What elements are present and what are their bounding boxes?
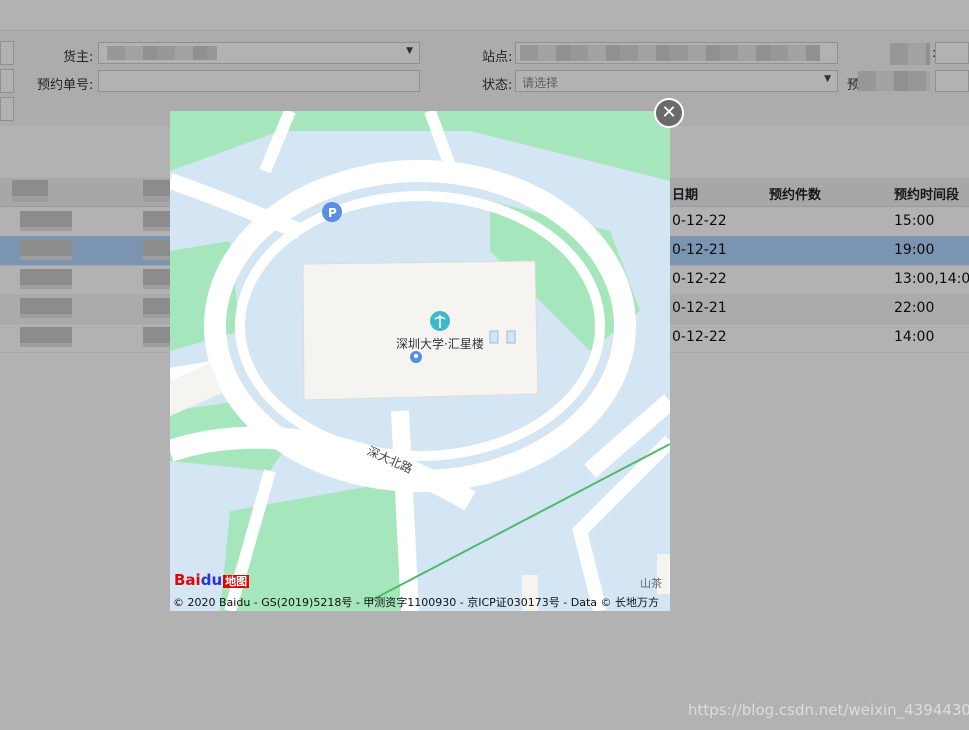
baidu-paw-icon: du [200,571,223,589]
poi-label: 深圳大学·汇星楼 [396,337,484,351]
watermark: https://blog.csdn.net/weixin_43944305 [688,701,969,719]
building-huixing [302,260,539,401]
logo-map-text: 地图 [223,575,250,588]
building-detail [489,330,499,344]
baidu-map-logo[interactable]: Baidu 地图 [174,571,250,589]
map-dialog: P 深圳大学·汇星楼 深大北路 山茶 Baidu 地图 © 2020 Baidu … [170,111,670,611]
logo-bai: Bai [174,571,201,589]
parking-letter: P [328,206,337,220]
map-copyright: © 2020 Baidu - GS(2019)5218号 - 甲测资字11009… [173,596,660,609]
location-pin-center [413,353,419,359]
close-icon[interactable]: ✕ [654,98,684,128]
building-detail [506,330,516,344]
edge-place-label: 山茶 [640,577,662,590]
map-canvas[interactable] [170,111,670,611]
